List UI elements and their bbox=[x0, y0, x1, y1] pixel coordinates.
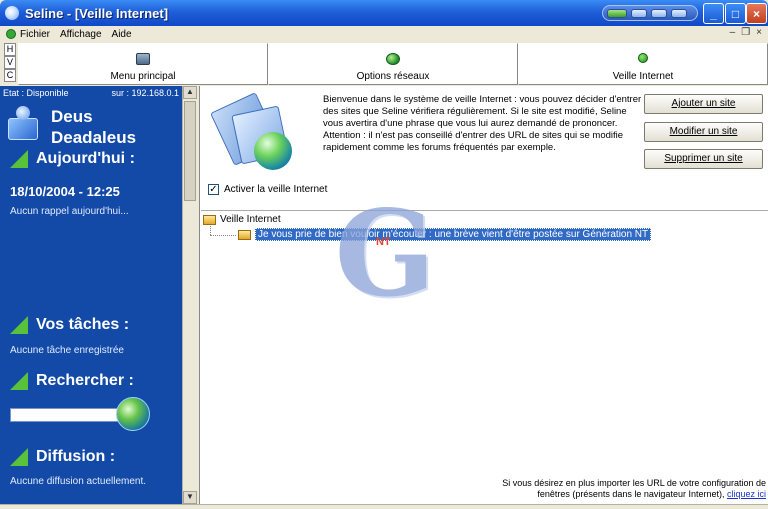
section-tasks-title: Vos tâches : bbox=[36, 316, 130, 333]
close-button[interactable]: × bbox=[746, 3, 767, 24]
tree-root-label: Veille Internet bbox=[220, 214, 281, 225]
tab-c[interactable]: C bbox=[4, 69, 16, 82]
menu-app-icon[interactable] bbox=[6, 29, 16, 39]
current-datetime: 18/10/2004 - 12:25 bbox=[10, 184, 120, 199]
watermark-logo: G bbox=[334, 184, 436, 323]
section-today: Aujourd'hui : bbox=[10, 150, 135, 168]
monitor-icon bbox=[136, 53, 150, 65]
main-toolbar: Menu principal Options réseaux Veille In… bbox=[18, 43, 768, 85]
section-search-title: Rechercher : bbox=[36, 372, 134, 389]
delete-site-button[interactable]: Supprimer un site bbox=[644, 149, 763, 169]
tree-root[interactable]: Veille Internet bbox=[203, 214, 281, 225]
mdi-controls: – ❐ × bbox=[730, 27, 762, 38]
hvc-tabs: H V C bbox=[4, 43, 16, 82]
activate-veille-checkbox[interactable]: ✓ bbox=[208, 184, 219, 195]
toolbar-options-reseaux[interactable]: Options réseaux bbox=[268, 43, 518, 85]
menu-fichier[interactable]: Fichier bbox=[20, 29, 50, 40]
veille-tree: Veille Internet Je vous prie de bien vou… bbox=[201, 210, 768, 486]
triangle-icon bbox=[10, 316, 28, 334]
activate-veille-label: Activer la veille Internet bbox=[224, 184, 328, 195]
app-icon bbox=[5, 6, 19, 20]
section-today-title: Aujourd'hui : bbox=[36, 150, 135, 167]
search-input[interactable] bbox=[10, 408, 122, 422]
maximize-button[interactable]: □ bbox=[725, 3, 746, 24]
alert-folder-icon bbox=[238, 229, 251, 240]
web-folder-icon bbox=[210, 92, 298, 174]
toolbar-label: Options réseaux bbox=[356, 71, 430, 82]
triangle-icon bbox=[10, 372, 28, 390]
activate-veille-row[interactable]: ✓ Activer la veille Internet bbox=[208, 184, 327, 195]
scroll-down-icon[interactable]: ▼ bbox=[183, 491, 197, 504]
tasks-note: Aucune tâche enregistrée bbox=[10, 345, 124, 356]
toolbar-label: Menu principal bbox=[110, 71, 176, 82]
sidebar: Etat : Disponible sur : 192.168.0.1 Deus… bbox=[0, 86, 182, 504]
tree-item-label: Je vous prie de bien vouloir m'écouter :… bbox=[255, 228, 652, 241]
window-title: Seline - [Veille Internet] bbox=[25, 5, 169, 21]
watermark-badge: NT bbox=[376, 236, 391, 248]
intro-text: Bienvenue dans le système de veille Inte… bbox=[323, 94, 642, 153]
toolbar-veille-internet[interactable]: Veille Internet bbox=[518, 43, 768, 85]
status-strip bbox=[0, 504, 768, 509]
section-search: Rechercher : bbox=[10, 372, 134, 390]
mdi-restore-icon[interactable]: ❐ bbox=[741, 27, 750, 38]
user-icon bbox=[8, 106, 40, 142]
tab-v[interactable]: V bbox=[4, 56, 16, 69]
toolbar-menu-principal[interactable]: Menu principal bbox=[18, 43, 268, 85]
tray-panel-icon[interactable] bbox=[671, 8, 687, 18]
tray-widget[interactable] bbox=[602, 5, 698, 21]
section-diffusion: Diffusion : bbox=[10, 448, 115, 466]
section-tasks: Vos tâches : bbox=[10, 316, 129, 334]
sidebar-scrollbar[interactable]: ▲ ▼ bbox=[182, 86, 197, 504]
tray-screen-icon[interactable] bbox=[651, 8, 667, 18]
tray-window-icon[interactable] bbox=[631, 8, 647, 18]
user-name: Deus Deadaleus bbox=[51, 107, 137, 147]
toolbar-label: Veille Internet bbox=[612, 71, 674, 82]
menu-aide[interactable]: Aide bbox=[112, 29, 132, 40]
title-bar[interactable]: Seline - [Veille Internet] _ □ × bbox=[0, 0, 768, 26]
scroll-thumb[interactable] bbox=[184, 101, 196, 201]
diffusion-note: Aucune diffusion actuellement. bbox=[10, 476, 147, 487]
search-globe-icon[interactable] bbox=[116, 397, 150, 431]
section-diffusion-title: Diffusion : bbox=[36, 448, 116, 465]
footer-link[interactable]: cliquez ici bbox=[727, 489, 766, 499]
ip-address: sur : 192.168.0.1 bbox=[111, 88, 179, 98]
status-dot-icon bbox=[638, 53, 648, 63]
triangle-icon bbox=[10, 448, 28, 466]
minimize-button[interactable]: _ bbox=[703, 3, 724, 24]
network-globe-icon bbox=[386, 53, 400, 65]
edit-site-button[interactable]: Modifier un site bbox=[644, 122, 763, 142]
menu-affichage[interactable]: Affichage bbox=[60, 29, 102, 40]
triangle-icon bbox=[10, 150, 28, 168]
add-site-button[interactable]: Ajouter un site bbox=[644, 94, 763, 114]
today-note: Aucun rappel aujourd'hui... bbox=[10, 206, 129, 217]
mdi-close-icon[interactable]: × bbox=[756, 27, 762, 38]
menu-bar: Fichier Affichage Aide – ❐ × bbox=[0, 26, 768, 42]
mdi-minimize-icon[interactable]: – bbox=[730, 27, 736, 38]
folder-icon bbox=[203, 214, 216, 225]
main-panel: Bienvenue dans le système de veille Inte… bbox=[199, 86, 768, 504]
tray-connect-icon[interactable] bbox=[607, 8, 627, 18]
import-footer: Si vous désirez en plus importer les URL… bbox=[496, 478, 766, 500]
connection-status: Etat : Disponible bbox=[3, 88, 69, 98]
scroll-up-icon[interactable]: ▲ bbox=[183, 86, 197, 99]
tab-h[interactable]: H bbox=[4, 43, 16, 56]
